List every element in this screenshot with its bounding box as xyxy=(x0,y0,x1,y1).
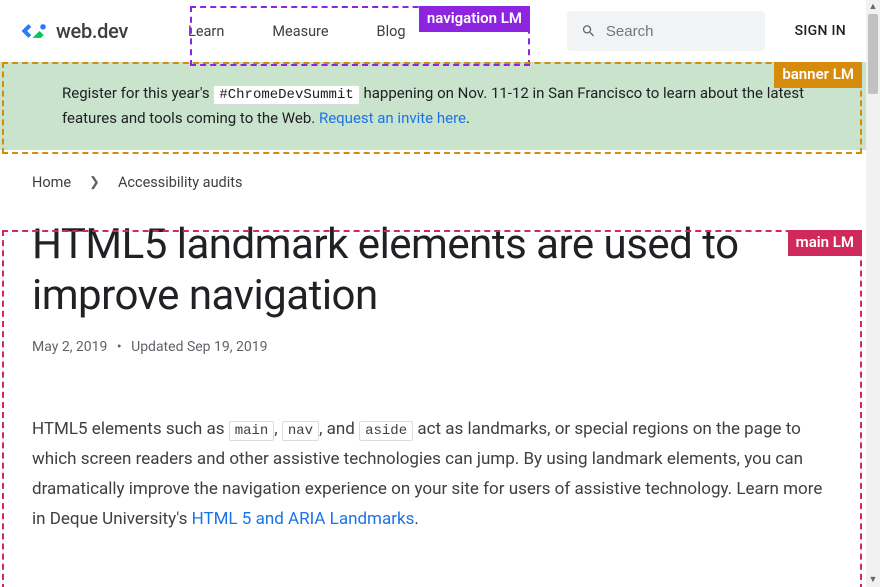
article-body: HTML5 elements such as main, nav, and as… xyxy=(32,415,834,534)
signin-button[interactable]: SIGN IN xyxy=(795,23,846,39)
date-published: May 2, 2019 xyxy=(32,339,107,355)
primary-nav: Learn Measure Blog xyxy=(188,19,405,44)
scroll-down-arrow[interactable]: ▼ xyxy=(866,573,880,587)
scrollbar-track[interactable]: ▲ ▼ xyxy=(866,0,880,587)
site-header: web.dev Learn Measure Blog SIGN IN xyxy=(0,0,866,62)
search-icon xyxy=(581,22,596,40)
banner-text: Register for this year's xyxy=(62,84,213,102)
breadcrumb: Home ❯ Accessibility audits xyxy=(0,150,866,209)
breadcrumb-home[interactable]: Home xyxy=(32,174,71,191)
date-updated: Sep 19, 2019 xyxy=(187,339,268,355)
updated-label: Updated xyxy=(131,339,187,355)
nav-measure[interactable]: Measure xyxy=(272,19,328,44)
chevron-right-icon: ❯ xyxy=(89,175,100,190)
deque-link[interactable]: HTML 5 and ARIA Landmarks xyxy=(192,509,415,529)
code-nav: nav xyxy=(282,421,319,441)
code-aside: aside xyxy=(359,421,413,441)
logo-icon xyxy=(20,22,48,40)
search-input[interactable] xyxy=(606,23,751,40)
banner-invite-link[interactable]: Request an invite here xyxy=(319,109,466,127)
search-box[interactable] xyxy=(567,11,765,51)
scroll-up-arrow[interactable]: ▲ xyxy=(866,0,880,14)
scrollbar-thumb[interactable] xyxy=(868,14,878,94)
banner-hashtag: #ChromeDevSummit xyxy=(213,85,359,105)
banner-period: . xyxy=(466,109,470,127)
logo-text: web.dev xyxy=(56,19,128,43)
logo[interactable]: web.dev xyxy=(20,19,128,43)
code-main: main xyxy=(229,421,275,441)
page-title: HTML5 landmark elements are used to impr… xyxy=(32,219,834,321)
nav-learn[interactable]: Learn xyxy=(188,19,224,44)
breadcrumb-current[interactable]: Accessibility audits xyxy=(118,174,243,191)
promo-banner: Register for this year's #ChromeDevSummi… xyxy=(0,62,866,150)
nav-blog[interactable]: Blog xyxy=(377,19,406,44)
article-meta: May 2, 2019 • Updated Sep 19, 2019 xyxy=(32,339,834,355)
main-content: HTML5 landmark elements are used to impr… xyxy=(0,209,866,534)
